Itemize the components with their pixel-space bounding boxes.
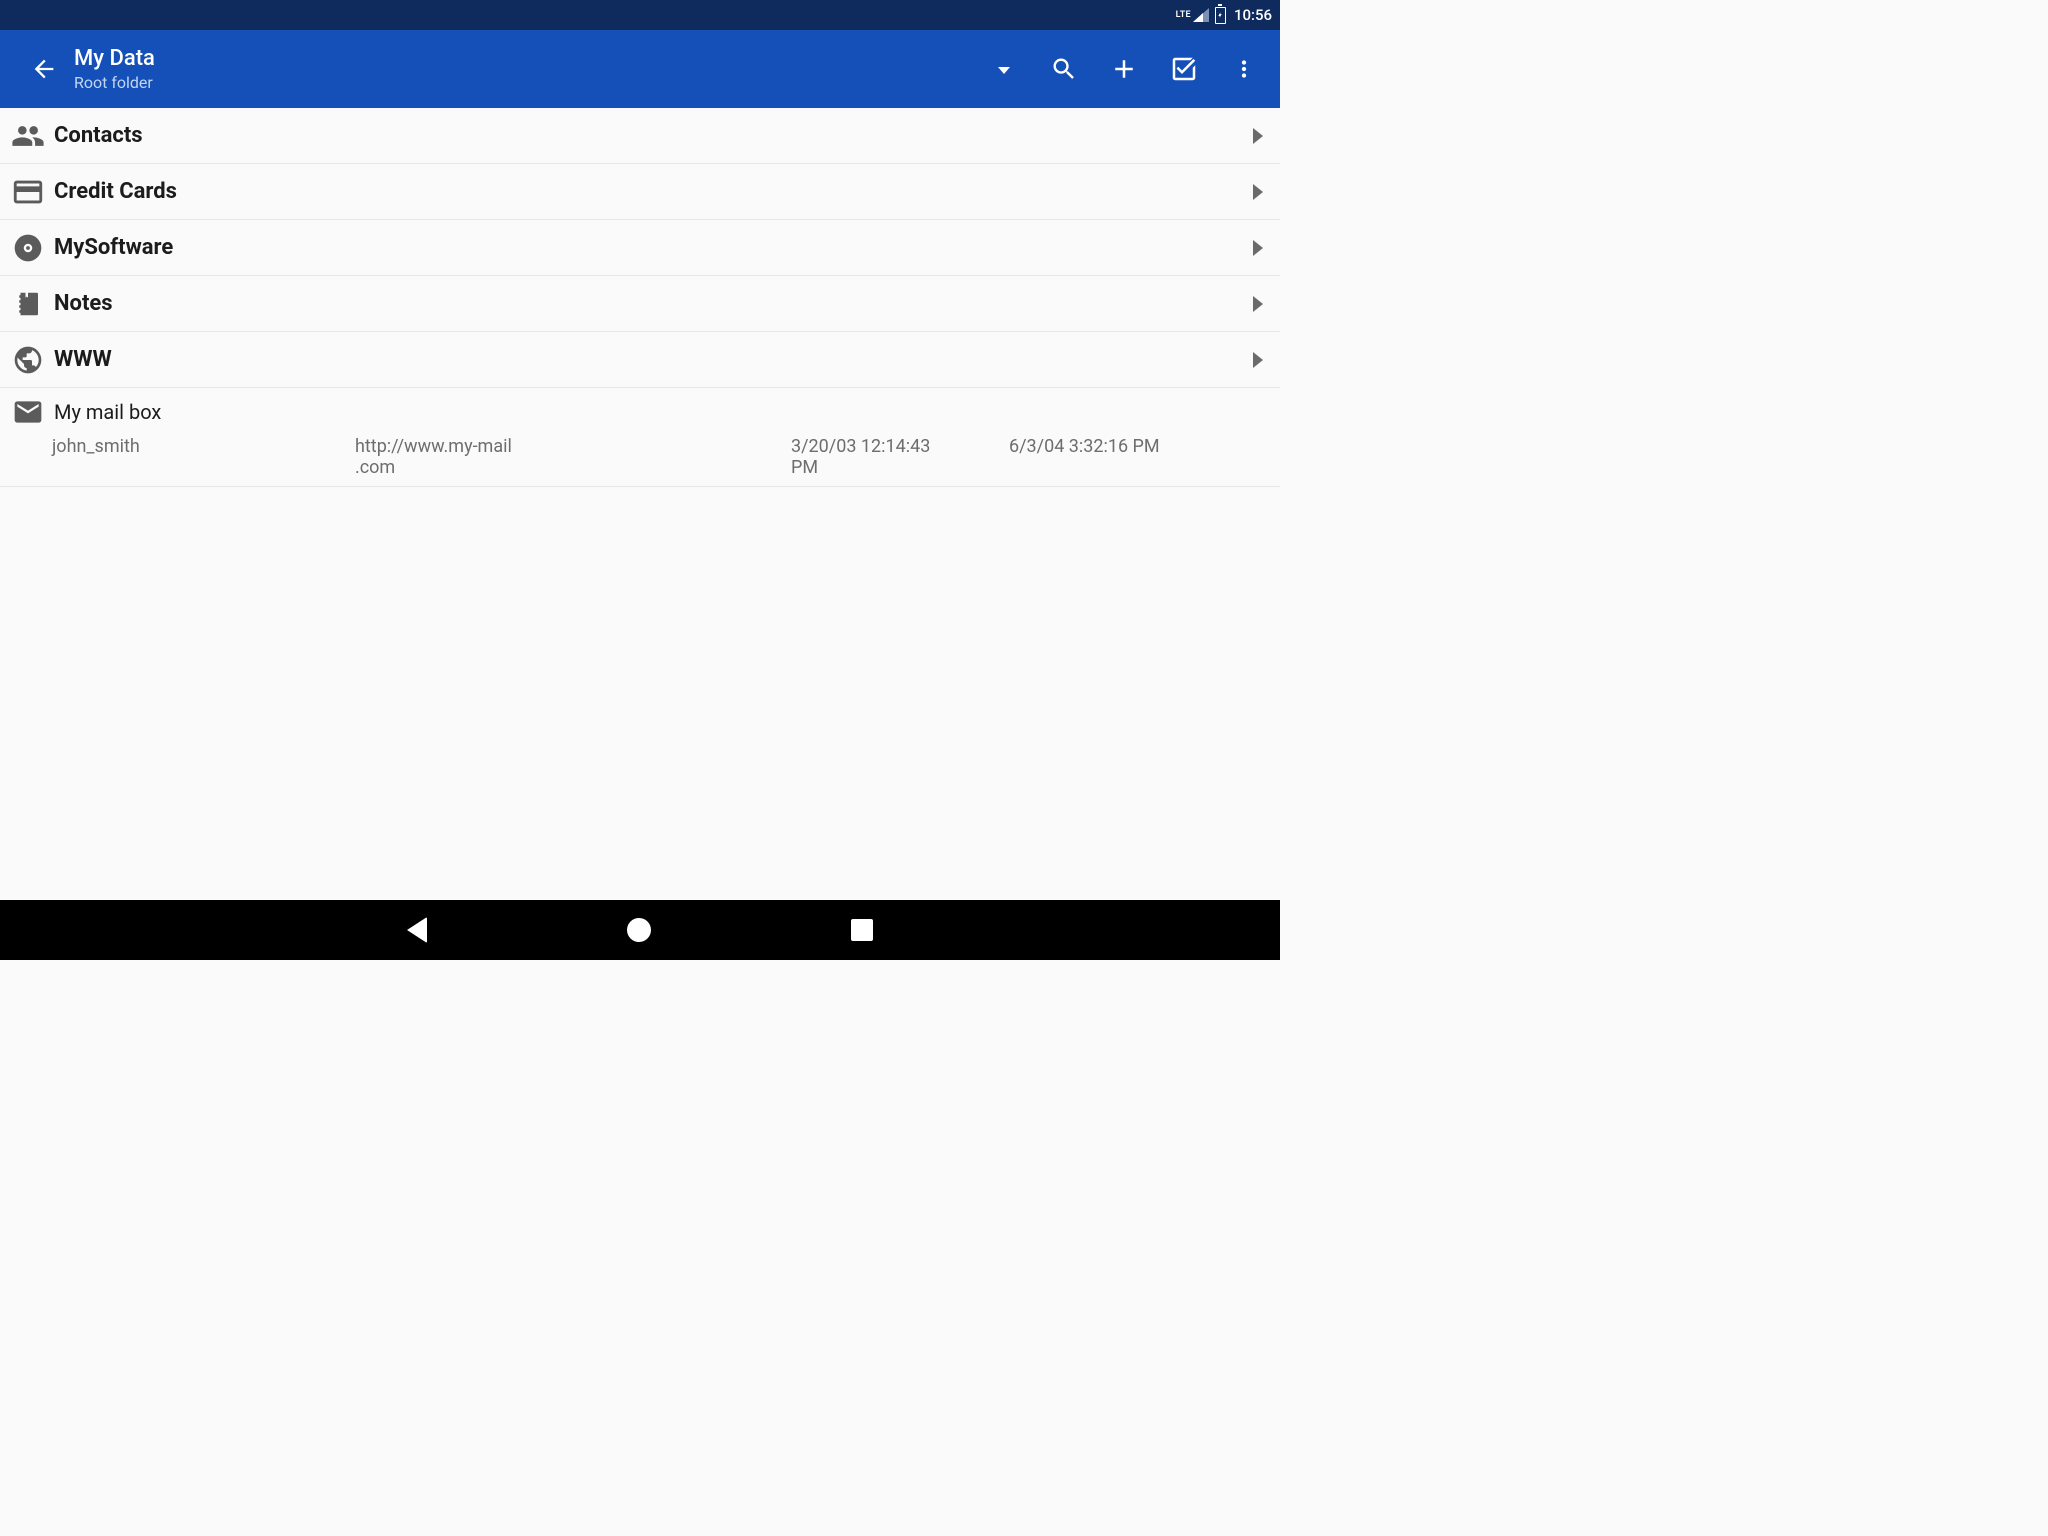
expand-button[interactable] <box>1246 352 1270 368</box>
entry-modified-date: 6/3/04 3:32:16 PM <box>1009 436 1270 478</box>
folder-label: MySoftware <box>54 235 1246 260</box>
triangle-down-icon <box>998 67 1010 74</box>
add-button[interactable] <box>1094 39 1154 99</box>
search-button[interactable] <box>1034 39 1094 99</box>
folder-row-www[interactable]: WWW <box>0 332 1280 388</box>
expand-button[interactable] <box>1246 296 1270 312</box>
folder-label: Contacts <box>54 123 1246 148</box>
nav-back-button[interactable] <box>407 917 427 943</box>
folder-row-mysoftware[interactable]: MySoftware <box>0 220 1280 276</box>
expand-button[interactable] <box>1246 240 1270 256</box>
creditcard-icon <box>10 174 46 210</box>
back-button[interactable] <box>20 45 68 93</box>
globe-icon <box>10 342 46 378</box>
navigation-bar <box>0 900 1280 960</box>
entry-created-date: 3/20/03 12:14:43 PM <box>791 436 1009 478</box>
nav-recent-button[interactable] <box>851 919 873 941</box>
entry-row-mailbox[interactable]: My mail box john_smith http://www.my-mai… <box>0 388 1280 487</box>
expand-button[interactable] <box>1246 128 1270 144</box>
entry-url: http://www.my-mail .com <box>355 436 791 478</box>
folder-label: WWW <box>54 347 1246 372</box>
contacts-icon <box>10 118 46 154</box>
entry-username: john_smith <box>52 436 355 478</box>
checkbox-icon <box>1169 54 1199 84</box>
chevron-right-icon <box>1253 128 1263 144</box>
nav-recent-icon <box>851 919 873 941</box>
content-list[interactable]: Contacts Credit Cards MySoftware Notes <box>0 108 1280 900</box>
disc-icon <box>10 230 46 266</box>
page-subtitle: Root folder <box>74 73 155 92</box>
folder-row-notes[interactable]: Notes <box>0 276 1280 332</box>
plus-icon <box>1109 54 1139 84</box>
dropdown-button[interactable] <box>974 39 1034 99</box>
nav-back-icon <box>407 917 427 943</box>
mail-icon <box>10 394 46 430</box>
chevron-right-icon <box>1253 240 1263 256</box>
chevron-right-icon <box>1253 296 1263 312</box>
folder-row-contacts[interactable]: Contacts <box>0 108 1280 164</box>
signal-icon <box>1193 8 1209 22</box>
folder-label: Credit Cards <box>54 179 1246 204</box>
chevron-right-icon <box>1253 184 1263 200</box>
more-vert-icon <box>1231 56 1257 82</box>
overflow-button[interactable] <box>1214 39 1274 99</box>
status-bar: LTE 10:56 <box>0 0 1280 30</box>
appbar-titles: My Data Root folder <box>74 46 155 92</box>
chevron-right-icon <box>1253 352 1263 368</box>
battery-charging-icon <box>1215 7 1226 24</box>
network-indicator: LTE <box>1176 10 1191 20</box>
folder-label: Notes <box>54 291 1246 316</box>
status-clock: 10:56 <box>1234 6 1272 24</box>
notes-icon <box>10 286 46 322</box>
search-icon <box>1050 55 1078 83</box>
select-button[interactable] <box>1154 39 1214 99</box>
page-title: My Data <box>74 46 155 71</box>
nav-home-icon <box>627 918 651 942</box>
nav-home-button[interactable] <box>627 918 651 942</box>
expand-button[interactable] <box>1246 184 1270 200</box>
folder-row-credit-cards[interactable]: Credit Cards <box>0 164 1280 220</box>
app-bar: My Data Root folder <box>0 30 1280 108</box>
entry-title: My mail box <box>54 400 161 424</box>
